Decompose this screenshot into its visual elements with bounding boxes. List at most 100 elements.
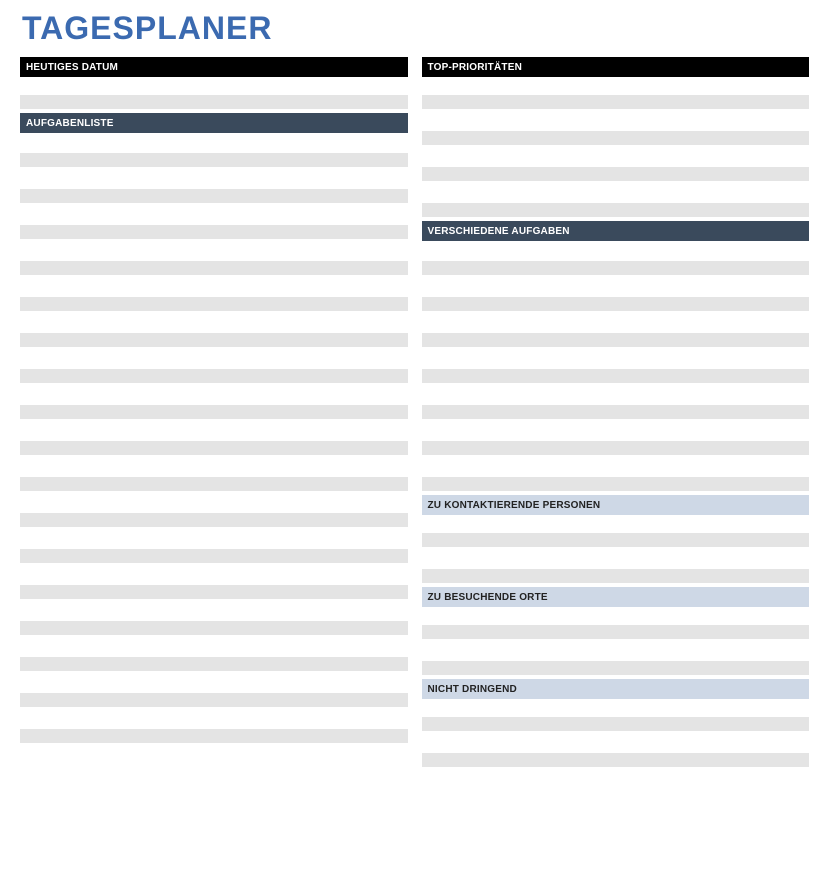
not-urgent-row[interactable] — [422, 717, 810, 735]
task-row[interactable] — [20, 225, 408, 243]
task-row[interactable] — [20, 621, 408, 639]
misc-task-row[interactable] — [422, 351, 810, 369]
task-row[interactable] — [20, 387, 408, 405]
header-tasks-label: AUFGABENLISTE — [26, 118, 114, 129]
task-row[interactable] — [20, 657, 408, 675]
header-contacts-label: ZU KONTAKTIERENDE PERSONEN — [428, 500, 601, 511]
task-row[interactable] — [20, 585, 408, 603]
task-row[interactable] — [20, 747, 408, 765]
row-blank[interactable] — [422, 699, 810, 717]
task-row[interactable] — [20, 441, 408, 459]
misc-task-row[interactable] — [422, 423, 810, 441]
task-row[interactable] — [20, 531, 408, 549]
row-blank[interactable] — [422, 607, 810, 625]
misc-task-row[interactable] — [422, 477, 810, 495]
header-top-priorities: TOP-PRIORITÄTEN — [422, 57, 810, 77]
row-blank[interactable] — [422, 77, 810, 95]
task-row[interactable] — [20, 603, 408, 621]
header-misc-tasks: VERSCHIEDENE AUFGABEN — [422, 221, 810, 241]
task-row[interactable] — [20, 405, 408, 423]
task-row[interactable] — [20, 171, 408, 189]
task-row[interactable] — [20, 153, 408, 171]
row-blank[interactable] — [20, 77, 408, 95]
header-today: HEUTIGES DATUM — [20, 57, 408, 77]
priority-row[interactable] — [422, 113, 810, 131]
misc-task-row[interactable] — [422, 279, 810, 297]
tasks-rows — [20, 133, 408, 765]
task-row[interactable] — [20, 243, 408, 261]
task-row[interactable] — [20, 297, 408, 315]
places-rows — [422, 607, 810, 679]
row-today-value[interactable] — [20, 95, 408, 113]
header-tasks: AUFGABENLISTE — [20, 113, 408, 133]
not-urgent-rows — [422, 699, 810, 771]
misc-tasks-rows — [422, 241, 810, 495]
header-misc-tasks-label: VERSCHIEDENE AUFGABEN — [428, 226, 570, 237]
priority-row[interactable] — [422, 167, 810, 185]
task-row[interactable] — [20, 567, 408, 585]
misc-task-row[interactable] — [422, 333, 810, 351]
task-row[interactable] — [20, 729, 408, 747]
header-not-urgent: NICHT DRINGEND — [422, 679, 810, 699]
header-places-label: ZU BESUCHENDE ORTE — [428, 592, 548, 603]
section-today: HEUTIGES DATUM — [20, 57, 408, 113]
place-row[interactable] — [422, 643, 810, 661]
header-today-label: HEUTIGES DATUM — [26, 62, 118, 73]
contact-row[interactable] — [422, 551, 810, 569]
misc-task-row[interactable] — [422, 441, 810, 459]
section-contacts: ZU KONTAKTIERENDE PERSONEN — [422, 495, 810, 587]
task-row[interactable] — [20, 495, 408, 513]
task-row[interactable] — [20, 333, 408, 351]
task-row[interactable] — [20, 189, 408, 207]
misc-task-row[interactable] — [422, 459, 810, 477]
place-row[interactable] — [422, 625, 810, 643]
place-row[interactable] — [422, 661, 810, 679]
priority-row[interactable] — [422, 131, 810, 149]
task-row[interactable] — [20, 423, 408, 441]
row-blank[interactable] — [422, 241, 810, 261]
not-urgent-row[interactable] — [422, 735, 810, 753]
task-row[interactable] — [20, 207, 408, 225]
task-row[interactable] — [20, 279, 408, 297]
contact-row[interactable] — [422, 569, 810, 587]
header-places: ZU BESUCHENDE ORTE — [422, 587, 810, 607]
misc-task-row[interactable] — [422, 369, 810, 387]
right-column: TOP-PRIORITÄTEN VERSCHIEDENE AUFGABEN — [422, 57, 810, 771]
priority-row[interactable] — [422, 185, 810, 203]
planner-body: HEUTIGES DATUM AUFGABENLISTE — [20, 57, 809, 771]
task-row[interactable] — [20, 549, 408, 567]
left-column: HEUTIGES DATUM AUFGABENLISTE — [20, 57, 408, 771]
section-not-urgent: NICHT DRINGEND — [422, 679, 810, 771]
row-blank[interactable] — [422, 515, 810, 533]
misc-task-row[interactable] — [422, 315, 810, 333]
misc-task-row[interactable] — [422, 261, 810, 279]
task-row[interactable] — [20, 711, 408, 729]
task-row[interactable] — [20, 693, 408, 711]
task-row[interactable] — [20, 639, 408, 657]
not-urgent-row[interactable] — [422, 753, 810, 771]
section-misc-tasks: VERSCHIEDENE AUFGABEN — [422, 221, 810, 495]
task-row[interactable] — [20, 315, 408, 333]
section-places: ZU BESUCHENDE ORTE — [422, 587, 810, 679]
top-priorities-rows — [422, 77, 810, 221]
task-row[interactable] — [20, 513, 408, 531]
misc-task-row[interactable] — [422, 405, 810, 423]
task-row[interactable] — [20, 369, 408, 387]
section-top-priorities: TOP-PRIORITÄTEN — [422, 57, 810, 221]
task-row[interactable] — [20, 351, 408, 369]
header-not-urgent-label: NICHT DRINGEND — [428, 684, 517, 695]
task-row[interactable] — [20, 675, 408, 693]
task-row[interactable] — [20, 261, 408, 279]
task-row[interactable] — [20, 459, 408, 477]
contact-row[interactable] — [422, 533, 810, 551]
row-blank[interactable] — [20, 133, 408, 153]
misc-task-row[interactable] — [422, 297, 810, 315]
page-title: TAGESPLANER — [22, 10, 809, 47]
task-row[interactable] — [20, 477, 408, 495]
section-tasks: AUFGABENLISTE — [20, 113, 408, 765]
misc-task-row[interactable] — [422, 387, 810, 405]
priority-row[interactable] — [422, 149, 810, 167]
priority-row[interactable] — [422, 95, 810, 113]
priority-row[interactable] — [422, 203, 810, 221]
header-top-priorities-label: TOP-PRIORITÄTEN — [428, 62, 522, 73]
